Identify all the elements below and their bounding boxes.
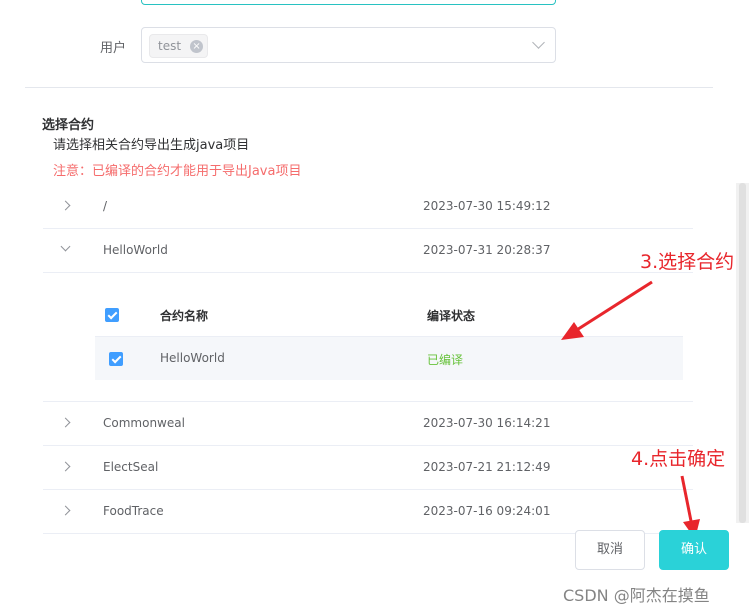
annotation-arrows bbox=[561, 280, 700, 539]
confirm-button[interactable]: 确认 bbox=[659, 530, 729, 570]
annotation-arrow-step3 bbox=[561, 280, 653, 340]
watermark: CSDN @阿杰在摸鱼 bbox=[563, 586, 710, 605]
cancel-button[interactable]: 取消 bbox=[575, 530, 645, 570]
